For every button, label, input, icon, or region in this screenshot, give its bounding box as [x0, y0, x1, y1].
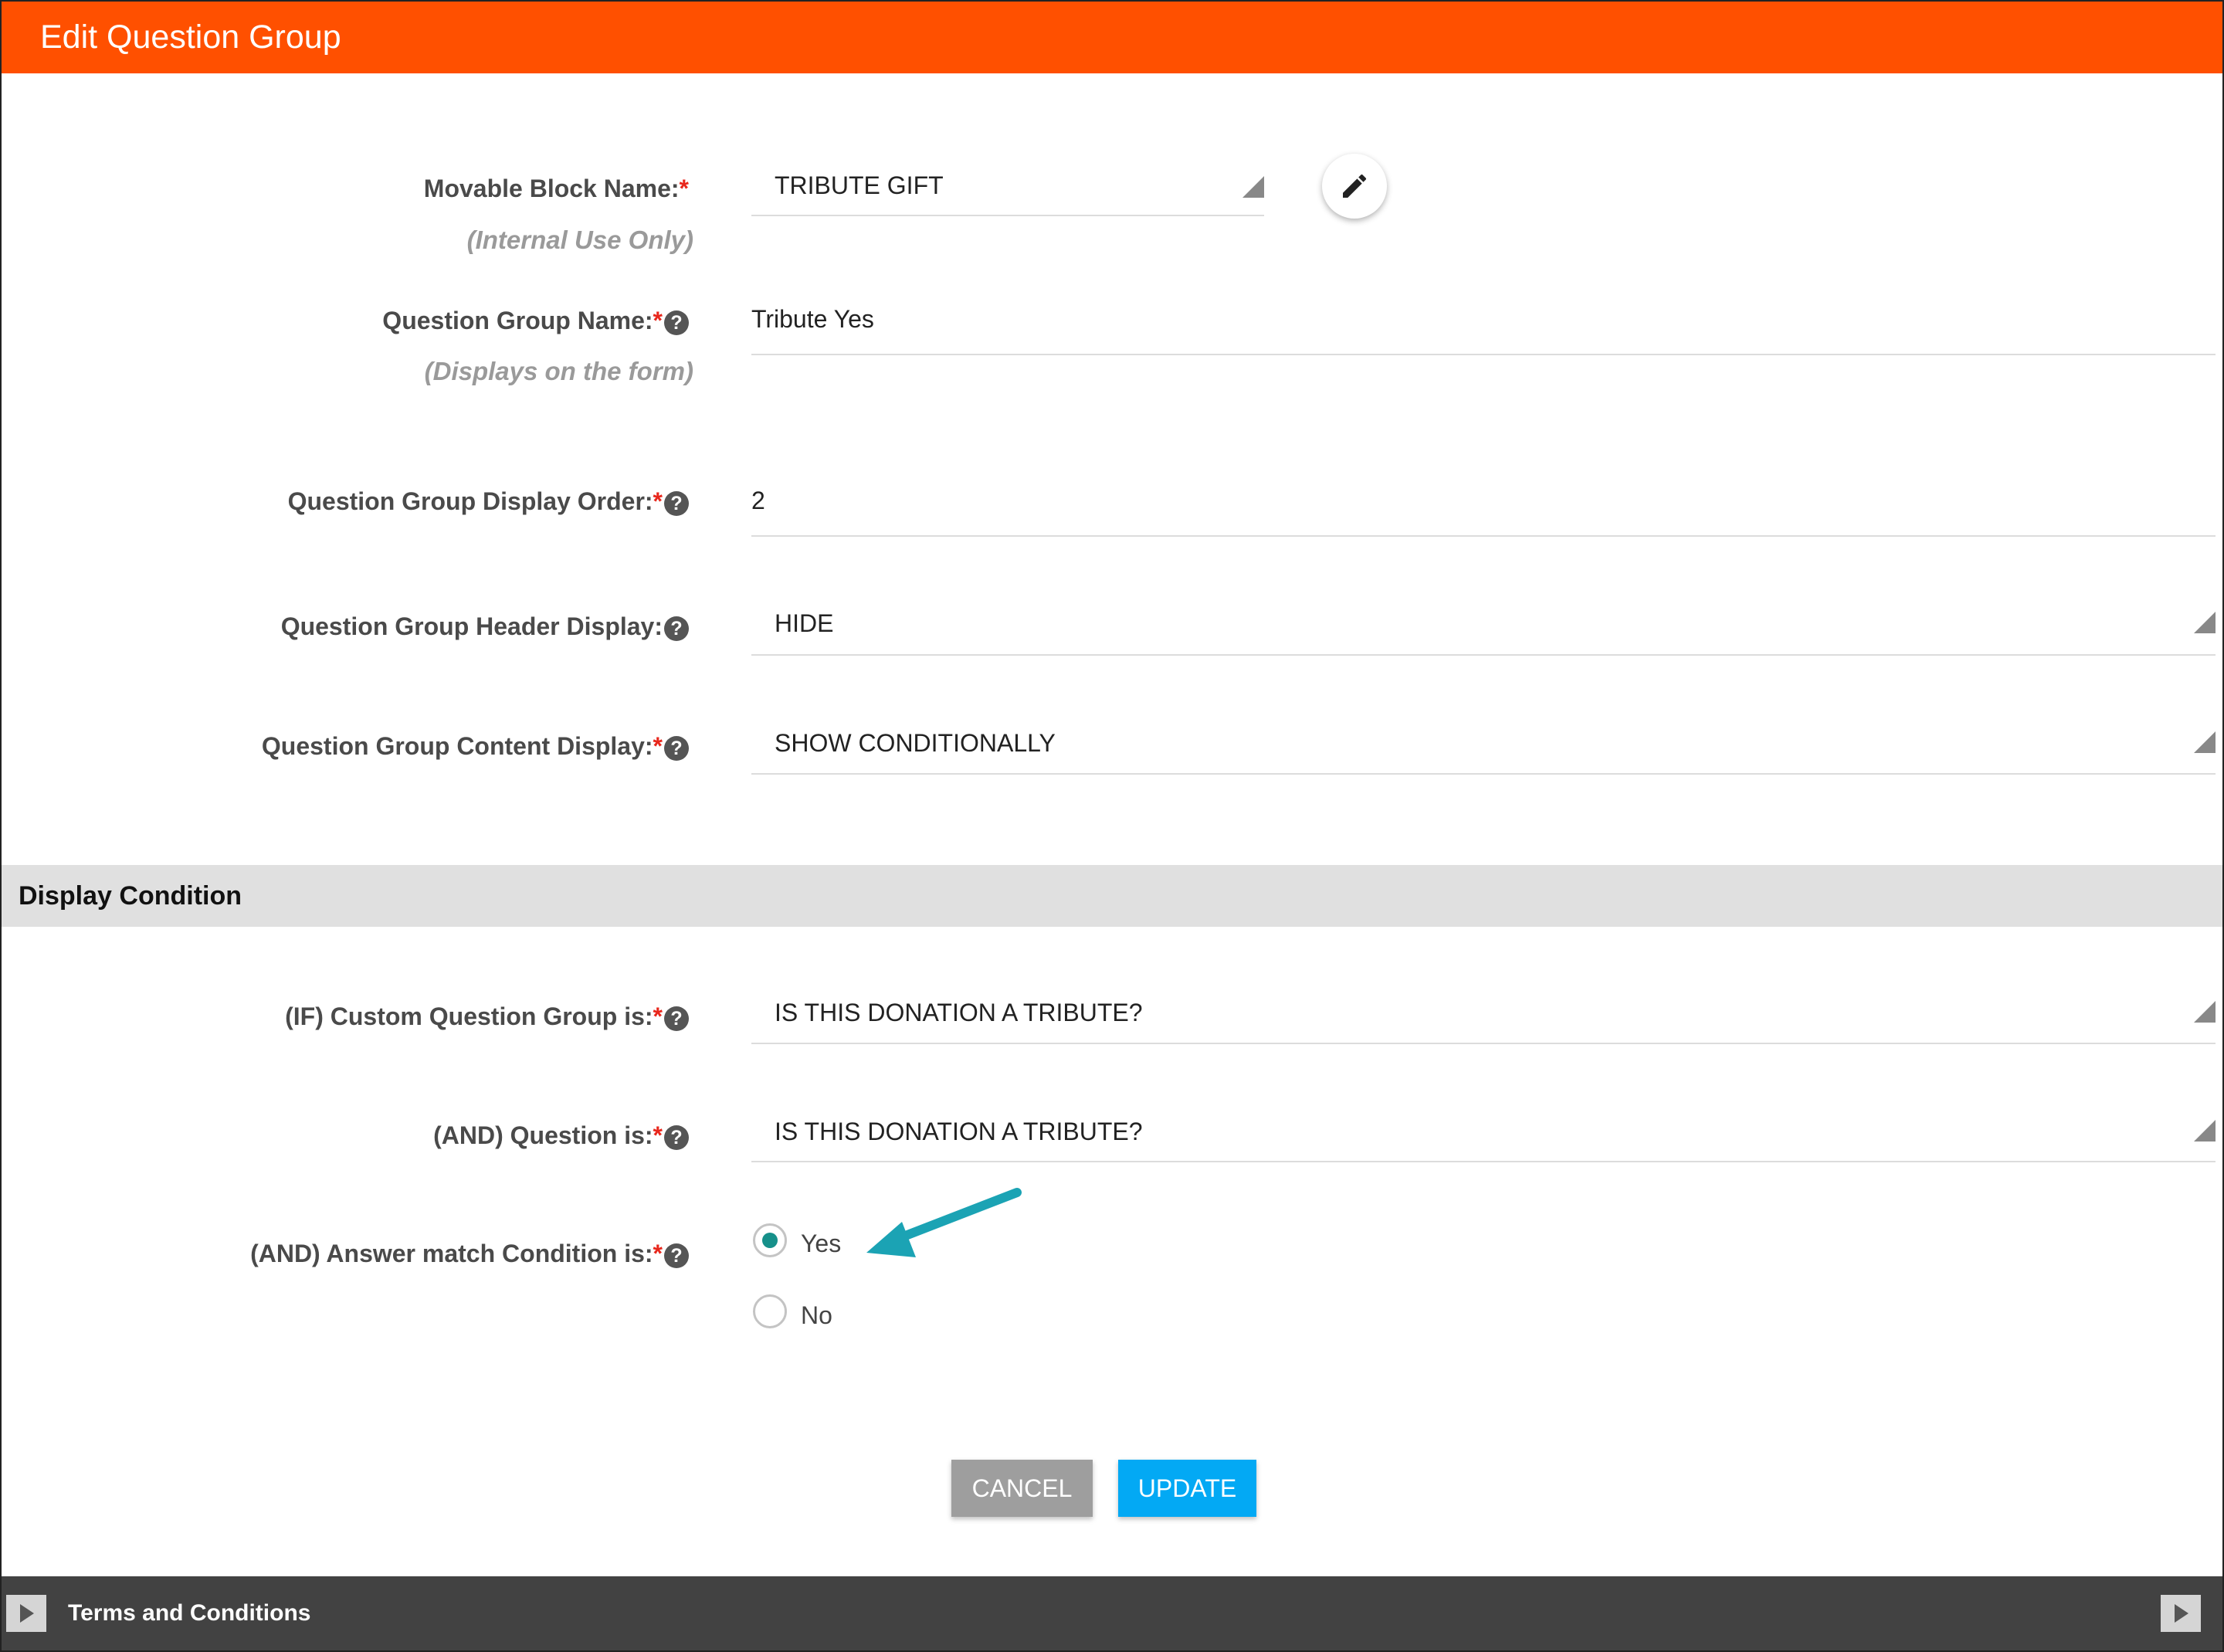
edit-question-group-dialog: Edit Question Group Movable Block Name:*… — [0, 0, 2224, 1652]
custom-group-label: (IF) Custom Question Group is:*? — [285, 1002, 689, 1031]
help-icon[interactable]: ? — [664, 490, 689, 516]
answer-no-radio[interactable] — [753, 1294, 787, 1328]
group-name-label: Question Group Name:*? — [382, 307, 689, 335]
content-display-select[interactable]: SHOW CONDITIONALLY — [751, 716, 2216, 775]
question-label: (AND) Question is:*? — [433, 1121, 689, 1150]
movable-block-sublabel: (Internal Use Only) — [466, 226, 693, 254]
dropdown-caret-icon — [2194, 1001, 2216, 1023]
help-icon[interactable]: ? — [664, 1243, 689, 1268]
header-display-label: Question Group Header Display:? — [281, 612, 689, 641]
play-icon — [2175, 1604, 2188, 1623]
display-order-input[interactable]: 2 — [751, 477, 2216, 537]
edit-block-button[interactable] — [1322, 154, 1387, 219]
display-condition-section: Display Condition — [2, 865, 2222, 927]
required-asterisk: * — [653, 1240, 663, 1267]
required-asterisk: * — [653, 487, 663, 515]
dialog-title: Edit Question Group — [40, 19, 341, 56]
required-asterisk: * — [653, 1002, 663, 1030]
dropdown-caret-icon — [1243, 176, 1264, 198]
expand-terms-button[interactable] — [6, 1595, 46, 1632]
display-order-label: Question Group Display Order:*? — [288, 487, 689, 516]
answer-yes-label[interactable]: Yes — [801, 1230, 841, 1258]
movable-block-label: Movable Block Name:* — [423, 175, 689, 202]
answer-no-label[interactable]: No — [801, 1301, 832, 1330]
pencil-icon — [1343, 174, 1367, 198]
content-display-label: Question Group Content Display:*? — [262, 732, 689, 761]
required-asterisk: * — [653, 1121, 663, 1149]
terms-footer: Terms and Conditions — [2, 1576, 2222, 1650]
help-icon[interactable]: ? — [664, 1125, 689, 1150]
answer-yes-radio[interactable] — [753, 1223, 787, 1257]
required-asterisk: * — [653, 307, 663, 334]
group-name-sublabel: (Displays on the form) — [424, 357, 693, 385]
section-title: Display Condition — [19, 881, 242, 911]
dropdown-caret-icon — [2194, 731, 2216, 753]
update-button[interactable]: UPDATE — [1118, 1460, 1256, 1517]
play-icon — [20, 1604, 34, 1623]
expand-right-button[interactable] — [2161, 1595, 2201, 1632]
question-select[interactable]: IS THIS DONATION A TRIBUTE? — [751, 1104, 2216, 1162]
required-asterisk: * — [679, 175, 689, 202]
movable-block-select[interactable]: TRIBUTE GIFT — [751, 160, 1264, 216]
dropdown-caret-icon — [2194, 612, 2216, 633]
dialog-header: Edit Question Group — [2, 2, 2222, 73]
cancel-button[interactable]: CANCEL — [951, 1460, 1093, 1517]
help-icon[interactable]: ? — [664, 310, 689, 335]
group-name-input[interactable]: Tribute Yes — [751, 295, 2216, 355]
dropdown-caret-icon — [2194, 1120, 2216, 1141]
terms-label[interactable]: Terms and Conditions — [68, 1576, 310, 1650]
required-asterisk: * — [653, 732, 663, 760]
annotation-arrow-icon — [866, 1188, 1022, 1257]
help-icon[interactable]: ? — [664, 1006, 689, 1031]
header-display-select[interactable]: HIDE — [751, 596, 2216, 656]
help-icon[interactable]: ? — [664, 735, 689, 761]
help-icon[interactable]: ? — [664, 616, 689, 641]
custom-group-select[interactable]: IS THIS DONATION A TRIBUTE? — [751, 985, 2216, 1044]
answer-condition-label: (AND) Answer match Condition is:*? — [250, 1240, 689, 1268]
